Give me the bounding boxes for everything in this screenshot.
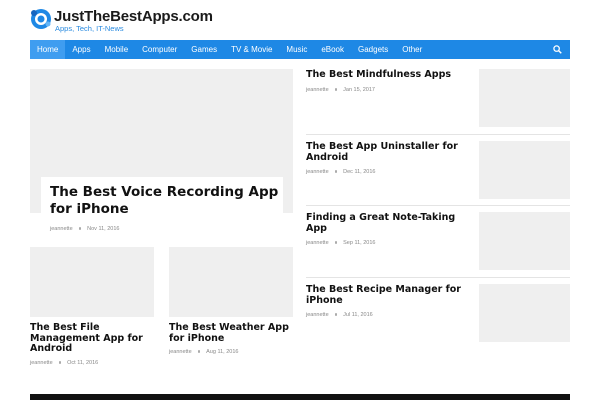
nav-item-computer[interactable]: Computer xyxy=(135,40,184,59)
post-date: Jul 11, 2016 xyxy=(343,312,373,318)
post-author[interactable]: jeannette xyxy=(306,240,329,246)
nav-item-gadgets[interactable]: Gadgets xyxy=(351,40,395,59)
site-tagline: Apps, Tech, IT-News xyxy=(55,24,124,33)
sidebar-post-meta: jeannette Sep 11, 2016 xyxy=(306,240,375,246)
meta-dot xyxy=(334,88,338,91)
featured-post-meta: jeannette Nov 11, 2016 xyxy=(50,226,119,232)
meta-dot xyxy=(334,170,338,173)
post-author[interactable]: jeannette xyxy=(50,226,73,232)
logo-icon[interactable] xyxy=(30,8,52,30)
post-author[interactable]: jeannette xyxy=(306,87,329,93)
post-date: Aug 11, 2016 xyxy=(206,349,239,355)
post-author[interactable]: jeannette xyxy=(30,360,53,366)
meta-dot xyxy=(58,361,62,364)
nav-item-music[interactable]: Music xyxy=(279,40,314,59)
post-date: Nov 11, 2016 xyxy=(87,226,120,232)
sidebar-post-thumbnail[interactable] xyxy=(479,284,570,342)
site-header: JustTheBestApps.com Apps, Tech, IT-News xyxy=(30,6,570,36)
main-nav: Home Apps Mobile Computer Games TV & Mov… xyxy=(30,40,570,59)
sidebar-post-title[interactable]: The Best Mindfulness Apps xyxy=(306,69,471,80)
nav-item-home[interactable]: Home xyxy=(30,40,66,59)
sidebar-post-title[interactable]: Finding a Great Note-Taking App xyxy=(306,212,471,234)
sidebar-post-meta: jeannette Jan 15, 2017 xyxy=(306,87,375,93)
post-date: Oct 11, 2016 xyxy=(67,360,99,366)
card-image[interactable] xyxy=(30,247,154,317)
search-icon[interactable] xyxy=(553,45,562,54)
post-date: Dec 11, 2016 xyxy=(343,169,376,175)
sidebar-post-title[interactable]: The Best App Uninstaller for Android xyxy=(306,141,471,163)
meta-dot xyxy=(334,313,338,316)
nav-item-tv-movie[interactable]: TV & Movie xyxy=(224,40,279,59)
sidebar-post-meta: jeannette Jul 11, 2016 xyxy=(306,312,373,318)
sidebar-post-thumbnail[interactable] xyxy=(479,69,570,127)
post-author[interactable]: jeannette xyxy=(169,349,192,355)
card-meta: jeannette Aug 11, 2016 xyxy=(169,349,238,355)
nav-item-other[interactable]: Other xyxy=(395,40,429,59)
sidebar-post-thumbnail[interactable] xyxy=(479,141,570,199)
card-title[interactable]: The Best File Management App for Android xyxy=(30,322,154,355)
nav-item-mobile[interactable]: Mobile xyxy=(98,40,136,59)
nav-item-apps[interactable]: Apps xyxy=(65,40,97,59)
post-date: Jan 15, 2017 xyxy=(343,87,375,93)
post-author[interactable]: jeannette xyxy=(306,169,329,175)
featured-post-title[interactable]: The Best Voice Recording App for iPhone xyxy=(50,184,280,218)
meta-dot xyxy=(197,350,201,353)
post-author[interactable]: jeannette xyxy=(306,312,329,318)
footer-bar xyxy=(30,394,570,400)
card-image[interactable] xyxy=(169,247,293,317)
card-meta: jeannette Oct 11, 2016 xyxy=(30,360,98,366)
sidebar-post-meta: jeannette Dec 11, 2016 xyxy=(306,169,375,175)
meta-dot xyxy=(334,241,338,244)
sidebar-post-title[interactable]: The Best Recipe Manager for iPhone xyxy=(306,284,471,306)
divider xyxy=(306,205,570,206)
nav-item-ebook[interactable]: eBook xyxy=(314,40,351,59)
sidebar-post-thumbnail[interactable] xyxy=(479,212,570,270)
nav-item-games[interactable]: Games xyxy=(184,40,224,59)
card-title[interactable]: The Best Weather App for iPhone xyxy=(169,322,293,344)
divider xyxy=(306,134,570,135)
post-date: Sep 11, 2016 xyxy=(343,240,376,246)
site-title[interactable]: JustTheBestApps.com xyxy=(54,8,213,25)
divider xyxy=(306,277,570,278)
meta-dot xyxy=(78,227,82,230)
